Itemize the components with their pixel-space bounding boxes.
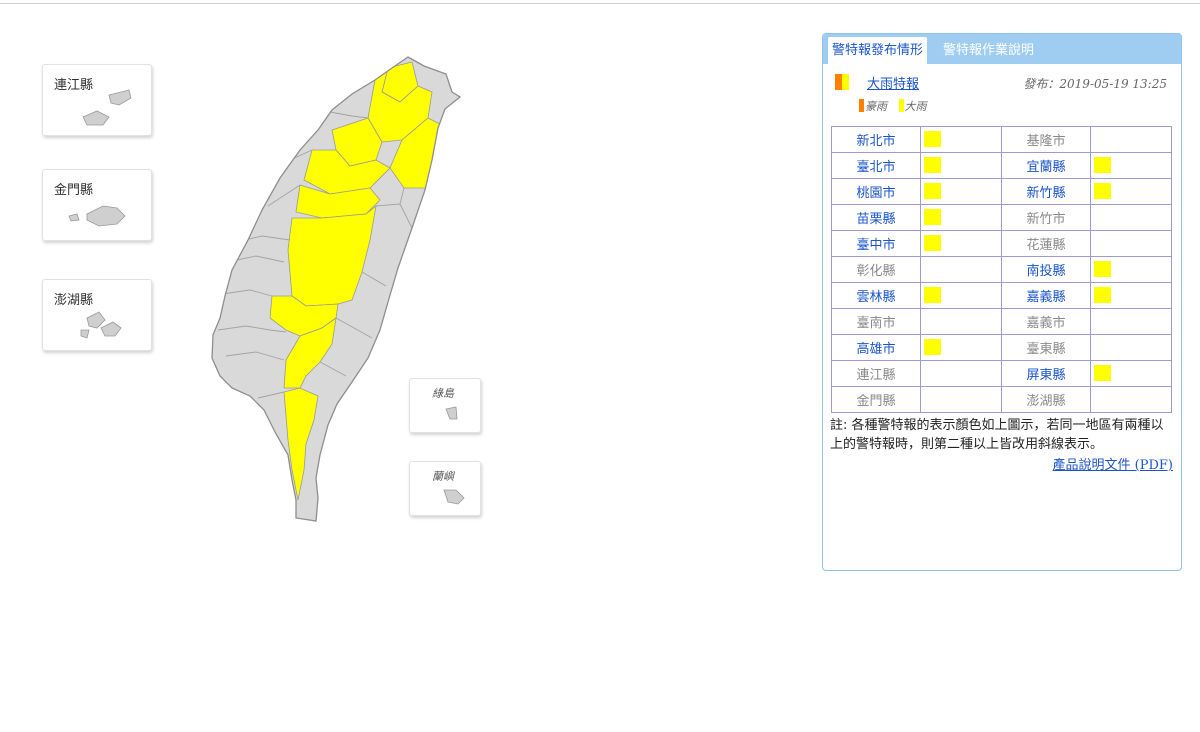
county-name[interactable]: 桃園市 bbox=[831, 178, 921, 205]
county-status-cell bbox=[1090, 386, 1172, 413]
county-warning-table: 新北市 基隆市 臺北市 宜蘭縣 桃園市 新竹縣 苗栗縣 新竹市 臺中市 花蓮縣 彰化縣 南投縣 雲林縣嘉… bbox=[831, 126, 1172, 413]
heavy-rain-status-swatch bbox=[924, 183, 941, 199]
penghu-shape bbox=[80, 311, 122, 339]
tab-warning-explanation[interactable]: 警特報作業說明 bbox=[939, 37, 1038, 64]
county-status-cell bbox=[920, 178, 1002, 205]
table-row: 新北市 基隆市 bbox=[831, 126, 1172, 153]
county-status-cell bbox=[1090, 334, 1172, 361]
inset-penghu[interactable]: 澎湖縣 bbox=[42, 279, 152, 351]
county-status-cell bbox=[1090, 360, 1172, 387]
warning-header: 大雨特報 發布：2019-05-19 13:25 bbox=[835, 72, 1175, 96]
legend-label-heavy: 大雨 bbox=[904, 100, 927, 113]
county-name: 嘉義市 bbox=[1001, 308, 1091, 335]
heavy-rain-status-swatch bbox=[1094, 365, 1111, 381]
heavy-rain-swatch bbox=[842, 74, 849, 90]
county-name[interactable]: 臺中市 bbox=[831, 230, 921, 257]
county-name: 臺東縣 bbox=[1001, 334, 1091, 361]
table-row: 臺中市 花蓮縣 bbox=[831, 230, 1172, 257]
inset-lienchiang[interactable]: 連江縣 bbox=[42, 64, 152, 136]
county-status-cell bbox=[920, 126, 1002, 153]
county-status-cell bbox=[1090, 256, 1172, 283]
legend-label-torrential: 豪雨 bbox=[865, 100, 887, 113]
table-row: 高雄市 臺東縣 bbox=[831, 334, 1172, 361]
county-status-cell bbox=[1090, 282, 1172, 309]
county-name[interactable]: 新北市 bbox=[831, 126, 921, 153]
lienchiang-shape bbox=[82, 89, 132, 126]
county-name[interactable]: 屏東縣 bbox=[1001, 360, 1091, 387]
heavy-rain-warning-link[interactable]: 大雨特報 bbox=[867, 73, 919, 92]
table-row: 臺北市 宜蘭縣 bbox=[831, 152, 1172, 179]
county-status-cell bbox=[920, 204, 1002, 231]
county-status-cell bbox=[920, 230, 1002, 257]
table-row: 臺南市 嘉義市 bbox=[831, 308, 1172, 335]
county-name[interactable]: 雲林縣 bbox=[831, 282, 921, 309]
heavy-rain-status-swatch bbox=[1094, 157, 1111, 173]
county-name[interactable]: 臺北市 bbox=[831, 152, 921, 179]
county-name[interactable]: 嘉義縣 bbox=[1001, 282, 1091, 309]
county-name: 臺南市 bbox=[831, 308, 921, 335]
inset-kinmen[interactable]: 金門縣 bbox=[42, 169, 152, 241]
county-status-cell bbox=[1090, 230, 1172, 257]
green-island-shape bbox=[445, 406, 458, 420]
county-status-cell bbox=[1090, 152, 1172, 179]
county-name: 彰化縣 bbox=[831, 256, 921, 283]
county-status-cell bbox=[920, 360, 1002, 387]
county-status-cell bbox=[1090, 126, 1172, 153]
kinmen-shape bbox=[68, 205, 126, 227]
county-status-cell bbox=[920, 152, 1002, 179]
orchid-island-shape bbox=[443, 489, 465, 505]
county-status-cell bbox=[1090, 178, 1172, 205]
county-status-cell bbox=[1090, 308, 1172, 335]
county-name: 金門縣 bbox=[831, 386, 921, 413]
county-name: 連江縣 bbox=[831, 360, 921, 387]
table-row: 彰化縣 南投縣 bbox=[831, 256, 1172, 283]
table-row: 苗栗縣 新竹市 bbox=[831, 204, 1172, 231]
heavy-rain-status-swatch bbox=[924, 339, 941, 355]
product-doc-pdf-link[interactable]: 產品說明文件 (PDF) bbox=[1053, 454, 1173, 473]
warning-panel: 警特報發布情形 警特報作業說明 大雨特報 發布：2019-05-19 13:25… bbox=[822, 33, 1182, 571]
issued-time: 發布：2019-05-19 13:25 bbox=[1023, 77, 1167, 91]
note-text: 註: 各種警特報的表示顏色如上圖示，若同一地區有兩種以上的警特報時，則第二種以上… bbox=[830, 418, 1164, 452]
legend-swatch-torrential bbox=[859, 99, 864, 112]
county-name: 基隆市 bbox=[1001, 126, 1091, 153]
table-row: 連江縣 屏東縣 bbox=[831, 360, 1172, 387]
heavy-rain-status-swatch bbox=[924, 287, 941, 303]
heavy-rain-status-swatch bbox=[924, 131, 941, 147]
county-name[interactable]: 南投縣 bbox=[1001, 256, 1091, 283]
inset-orchid-island[interactable]: 蘭嶼 bbox=[409, 461, 481, 516]
county-status-cell bbox=[920, 386, 1002, 413]
tab-bar: 警特報發布情形 警特報作業說明 bbox=[823, 34, 1181, 64]
heavy-rain-status-swatch bbox=[1094, 183, 1111, 199]
heavy-rain-status-swatch bbox=[924, 157, 941, 173]
county-name[interactable]: 苗栗縣 bbox=[831, 204, 921, 231]
heavy-rain-status-swatch bbox=[1094, 287, 1111, 303]
color-legend: 豪雨 大雨 bbox=[859, 98, 935, 114]
county-status-cell bbox=[920, 308, 1002, 335]
county-name[interactable]: 宜蘭縣 bbox=[1001, 152, 1091, 179]
tab-warning-status[interactable]: 警特報發布情形 bbox=[828, 37, 928, 64]
heavy-rain-status-swatch bbox=[1094, 261, 1111, 277]
inset-green-island[interactable]: 綠島 bbox=[409, 378, 481, 433]
county-status-cell bbox=[1090, 204, 1172, 231]
heavy-rain-status-swatch bbox=[924, 209, 941, 225]
county-status-cell bbox=[920, 256, 1002, 283]
county-name: 花蓮縣 bbox=[1001, 230, 1091, 257]
county-name: 新竹市 bbox=[1001, 204, 1091, 231]
torrential-rain-swatch bbox=[835, 74, 842, 90]
table-row: 桃園市 新竹縣 bbox=[831, 178, 1172, 205]
table-row: 金門縣 澎湖縣 bbox=[831, 386, 1172, 413]
county-status-cell bbox=[920, 334, 1002, 361]
county-name[interactable]: 高雄市 bbox=[831, 334, 921, 361]
legend-swatch-heavy bbox=[898, 99, 904, 112]
county-name[interactable]: 新竹縣 bbox=[1001, 178, 1091, 205]
county-status-cell bbox=[920, 282, 1002, 309]
county-name: 澎湖縣 bbox=[1001, 386, 1091, 413]
table-row: 雲林縣 嘉義縣 bbox=[831, 282, 1172, 309]
heavy-rain-status-swatch bbox=[924, 235, 941, 251]
